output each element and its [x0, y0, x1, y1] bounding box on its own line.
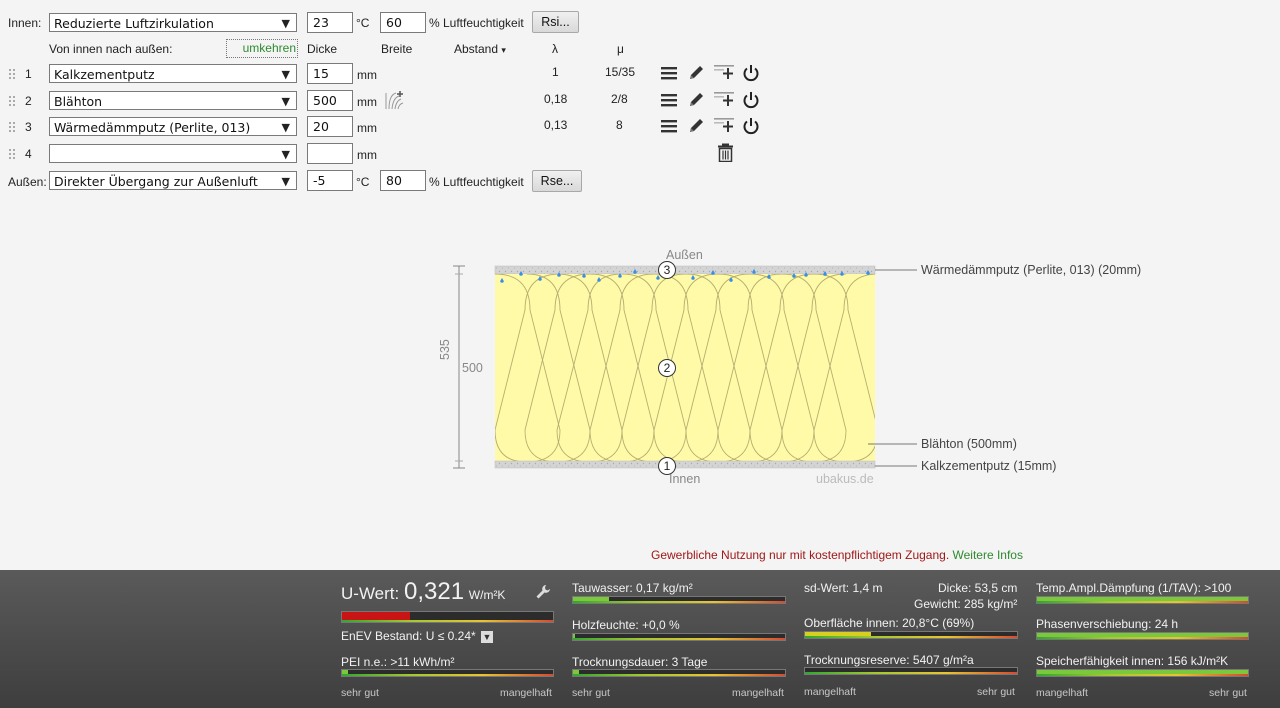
u-value-label: U-Wert: [341, 584, 400, 603]
layer-thickness-dimension: 500 [462, 361, 483, 375]
phase-shift-bar [1036, 632, 1249, 640]
u-value-bar-fill [342, 612, 410, 620]
marker-2-label: 2 [663, 361, 671, 375]
commercial-use-notice: Gewerbliche Nutzung nur mit kostenpflich… [651, 548, 1023, 562]
temperature-amplitude-bar [1036, 596, 1249, 604]
heat-storage-label: Speicherfähigkeit innen: 156 kJ/m²K [1036, 654, 1229, 668]
phase-shift-bar-scale [1037, 637, 1248, 639]
marker-3-label: 3 [663, 263, 671, 277]
legend-insulating-plaster: Wärmedämmputz (Perlite, 013) (20mm) [921, 263, 1142, 277]
notice-text: Gewerbliche Nutzung nur mit kostenpflich… [651, 548, 950, 562]
scale-bad-label: mangelhaft [804, 686, 856, 698]
heat-storage-bar-scale [1037, 674, 1248, 676]
results-panel: U-Wert: 0,321 W/m²K EnEV Bestand: U ≤ 0.… [0, 570, 1280, 708]
surface-temp-bar-scale [805, 636, 1017, 638]
drying-reserve-bar [804, 667, 1018, 675]
legend-lime-cement-plaster: Kalkzementputz (15mm) [921, 459, 1057, 473]
scale-bad-label: mangelhaft [1036, 687, 1088, 699]
surface-temp-bar [804, 631, 1018, 639]
drying-reserve-label: Trocknungsreserve: 5407 g/m²a [804, 653, 974, 667]
wall-cross-section-diagram [453, 261, 917, 475]
scale-bad-label: mangelhaft [732, 687, 784, 699]
u-value: 0,321 [403, 578, 465, 605]
wrench-icon[interactable] [535, 584, 551, 600]
watermark: ubakus.de [816, 472, 874, 486]
outside-side-label: Außen [666, 248, 703, 262]
pei-bar-scale [342, 674, 553, 676]
legend-expanded-clay: Blähton (500mm) [921, 437, 1017, 451]
layer-lime-cement-plaster [494, 460, 876, 469]
layer-insulating-plaster [494, 265, 876, 275]
pei-label: PEI n.e.: >11 kWh/m² [341, 655, 455, 669]
phase-shift-label: Phasenverschiebung: 24 h [1036, 617, 1179, 631]
drying-time-bar [572, 669, 786, 677]
wood-moisture-label: Holzfeuchte: +0,0 % [572, 618, 680, 632]
scale-bad-label: mangelhaft [500, 687, 552, 699]
wood-moisture-bar-scale [573, 638, 785, 640]
thickness-label: Dicke: 53,5 cm [938, 581, 1018, 595]
wood-moisture-bar [572, 633, 786, 641]
drying-time-bar-scale [573, 674, 785, 676]
u-value-bar-scale [342, 620, 553, 622]
weight-label: Gewicht: 285 kg/m² [914, 597, 1018, 611]
condensation-bar-scale [573, 601, 785, 603]
condensation-bar [572, 596, 786, 604]
scale-good-label: sehr gut [341, 687, 379, 699]
drying-reserve-bar-scale [805, 672, 1017, 674]
drying-time-label: Trocknungsdauer: 3 Tage [572, 655, 708, 669]
legend-leader-lines [868, 269, 917, 467]
surface-temp-label: Oberfläche innen: 20,8°C (69%) [804, 616, 975, 630]
u-value-unit: W/m²K [468, 588, 506, 602]
scale-good-label: sehr gut [572, 687, 610, 699]
marker-1-label: 1 [663, 459, 671, 473]
enev-requirement: EnEV Bestand: U ≤ 0.24* ▼ [341, 629, 494, 643]
total-thickness-dimension: 535 [438, 339, 452, 360]
u-value-bar [341, 611, 554, 623]
more-info-link[interactable]: Weitere Infos [953, 548, 1023, 562]
condensation-label: Tauwasser: 0,17 kg/m² [572, 581, 693, 595]
scale-good-label: sehr gut [977, 686, 1015, 698]
scale-good-label: sehr gut [1209, 687, 1247, 699]
dropdown-arrow-icon[interactable]: ▼ [481, 630, 494, 643]
pei-bar [341, 669, 554, 677]
sd-value-label: sd-Wert: 1,4 m [804, 581, 883, 595]
heat-storage-bar [1036, 669, 1249, 677]
temperature-amplitude-bar-scale [1037, 601, 1248, 603]
enev-text: EnEV Bestand: U ≤ 0.24* [341, 629, 476, 643]
layer-expanded-clay [495, 274, 875, 461]
temperature-amplitude-label: Temp.Ampl.Dämpfung (1/TAV): >100 [1036, 581, 1232, 595]
u-value-display: U-Wert: 0,321 W/m²K [341, 578, 505, 606]
inside-side-label: Innen [669, 472, 701, 486]
